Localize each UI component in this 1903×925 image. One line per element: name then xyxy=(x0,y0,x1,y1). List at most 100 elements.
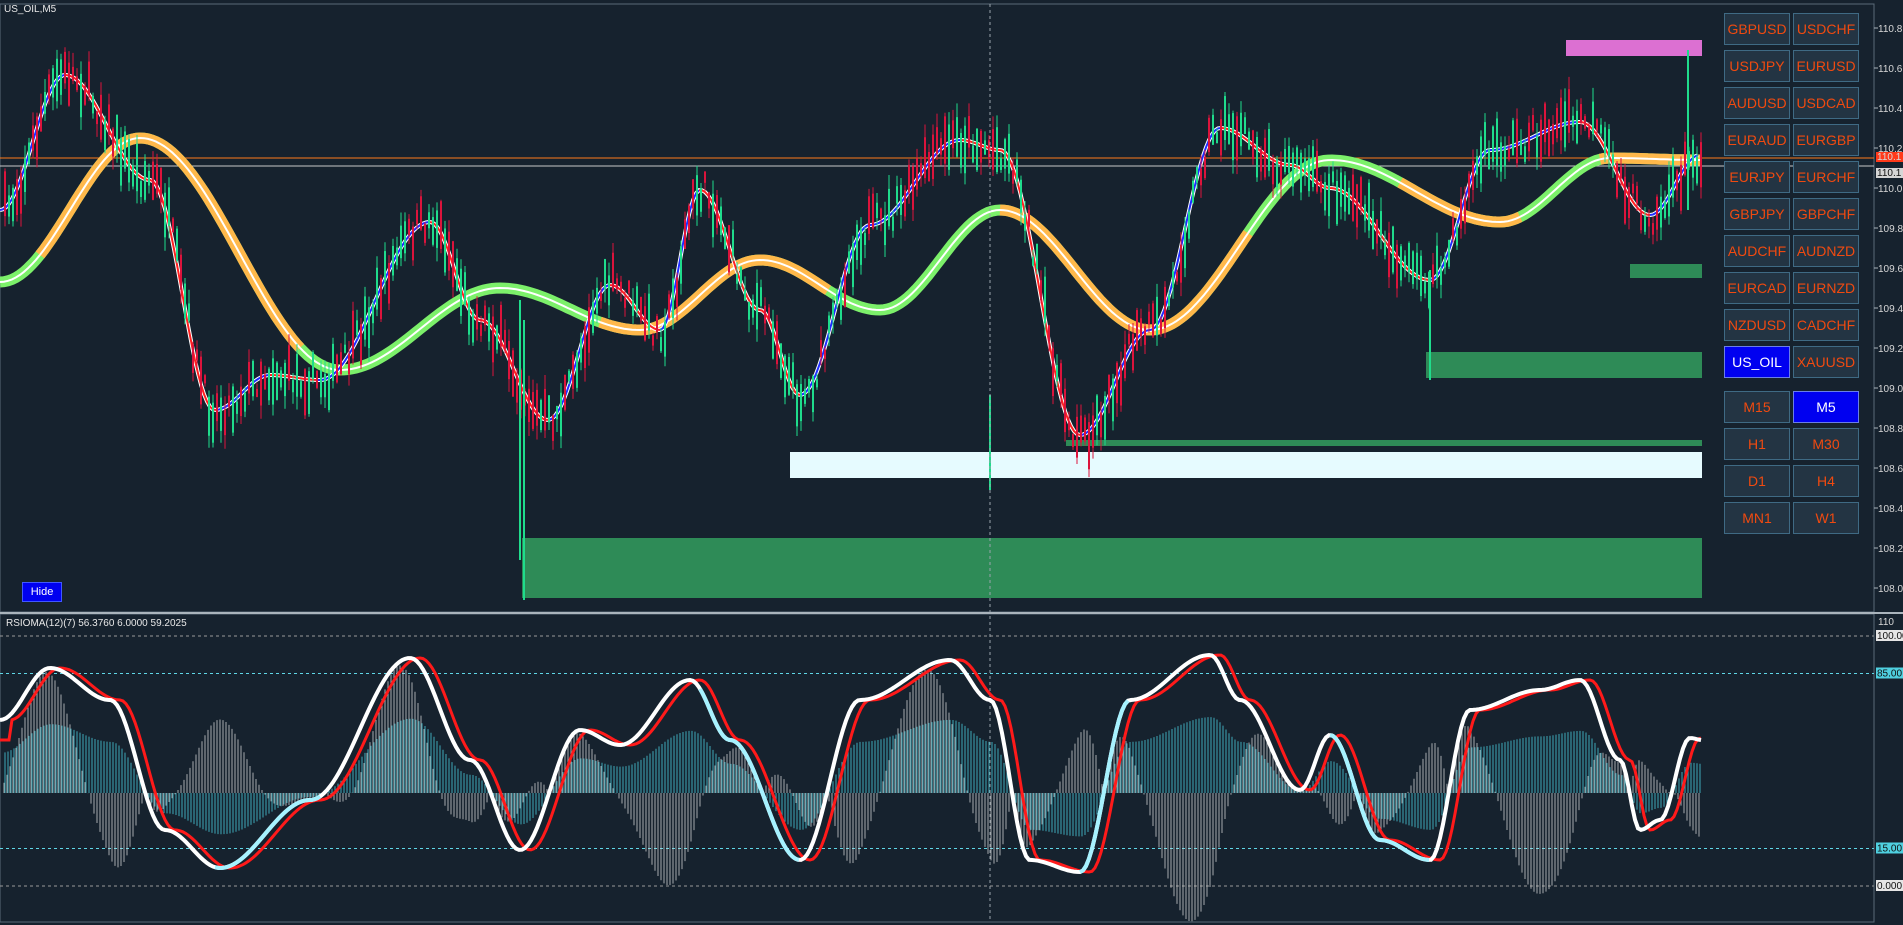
symbol-button-eurgbp[interactable]: EURGBP xyxy=(1793,124,1859,156)
candle-body xyxy=(88,61,90,95)
candle-body xyxy=(420,196,422,230)
candle-body xyxy=(912,166,914,210)
symbol-button-eurjpy[interactable]: EURJPY xyxy=(1724,161,1790,193)
candle-body xyxy=(560,392,562,437)
candle-body xyxy=(72,66,74,82)
symbol-button-audnzd[interactable]: AUDNZD xyxy=(1793,235,1859,267)
candle-body xyxy=(1440,268,1442,285)
candle-body xyxy=(1076,416,1078,458)
candle-body xyxy=(384,251,386,283)
chart-canvas[interactable]: 100.00 85.00 15.00 0.000 110 110.8 110.6 110.4… xyxy=(0,0,1903,925)
timeframe-button-h1[interactable]: H1 xyxy=(1724,428,1790,460)
candle-body xyxy=(496,325,498,350)
symbol-button-usdjpy[interactable]: USDJPY xyxy=(1724,50,1790,82)
candle-body xyxy=(1332,171,1334,183)
candle-body xyxy=(1344,175,1346,212)
candle-body xyxy=(76,76,78,91)
candle-body xyxy=(180,254,182,290)
candle-body xyxy=(1464,198,1466,224)
symbol-button-eurcad[interactable]: EURCAD xyxy=(1724,272,1790,304)
price-tick-label: 108.6 xyxy=(1878,464,1903,475)
candle-body xyxy=(1552,123,1554,145)
timeframe-button-w1[interactable]: W1 xyxy=(1793,502,1859,534)
candle-body xyxy=(276,362,278,400)
candle-body xyxy=(144,161,146,200)
candle-body xyxy=(1684,141,1686,176)
symbol-button-eurnzd[interactable]: EURNZD xyxy=(1793,272,1859,304)
candle-body xyxy=(8,195,10,217)
symbol-button-xauusd[interactable]: XAUUSD xyxy=(1793,346,1859,378)
candle-body xyxy=(596,287,598,314)
candle-body xyxy=(720,206,722,236)
candle-body xyxy=(796,384,798,427)
symbol-button-gbpjpy[interactable]: GBPJPY xyxy=(1724,198,1790,230)
candle-body xyxy=(660,337,662,352)
candle-body xyxy=(1516,118,1518,164)
candle-body xyxy=(208,396,210,436)
candle-body xyxy=(1256,136,1258,178)
rsi-level-label: 85.00 xyxy=(1877,669,1902,680)
hide-button[interactable]: Hide xyxy=(22,582,62,602)
candle-body xyxy=(708,192,710,209)
symbol-button-usdchf[interactable]: USDCHF xyxy=(1793,13,1859,45)
symbol-button-usdcad[interactable]: USDCAD xyxy=(1793,87,1859,119)
timeframe-button-d1[interactable]: D1 xyxy=(1724,465,1790,497)
candle-body xyxy=(884,215,886,246)
symbol-button-cadchf[interactable]: CADCHF xyxy=(1793,309,1859,341)
symbol-button-eurusd[interactable]: EURUSD xyxy=(1793,50,1859,82)
candle-body xyxy=(1488,149,1490,170)
candle-body xyxy=(1096,395,1098,436)
candle-body xyxy=(1000,157,1002,170)
candle-body xyxy=(840,286,842,320)
symbol-button-audusd[interactable]: AUDUSD xyxy=(1724,87,1790,119)
price-tick-label: 109.2 xyxy=(1878,344,1903,355)
symbol-button-audchf[interactable]: AUDCHF xyxy=(1724,235,1790,267)
candle-body xyxy=(1136,310,1138,351)
symbol-button-gbpchf[interactable]: GBPCHF xyxy=(1793,198,1859,230)
candle-body xyxy=(784,355,786,398)
candle-body xyxy=(1444,257,1446,268)
candle-body xyxy=(324,373,326,398)
candle-body xyxy=(1620,166,1622,179)
symbol-button-gbpusd[interactable]: GBPUSD xyxy=(1724,13,1790,45)
rsi-level-label: 0.000 xyxy=(1877,881,1902,892)
candle-body xyxy=(688,205,690,234)
candle-body xyxy=(1252,130,1254,160)
symbol-button-us_oil[interactable]: US_OIL xyxy=(1724,346,1790,378)
candle-body xyxy=(1592,101,1594,135)
symbol-button-euraud[interactable]: EURAUD xyxy=(1724,124,1790,156)
candle-body xyxy=(692,179,694,209)
candle-body xyxy=(1156,296,1158,336)
candle-body xyxy=(400,225,402,259)
candle-body xyxy=(120,137,122,186)
demand-zone-mid xyxy=(1426,352,1702,378)
timeframe-button-m5[interactable]: M5 xyxy=(1793,391,1859,423)
timeframe-button-mn1[interactable]: MN1 xyxy=(1724,502,1790,534)
rsioma-pane[interactable]: 100.00 85.00 15.00 0.000 110 xyxy=(0,613,1903,923)
candle-body xyxy=(736,274,738,284)
candle-body xyxy=(212,402,214,443)
candle-body xyxy=(908,164,910,193)
symbol-button-nzdusd[interactable]: NZDUSD xyxy=(1724,309,1790,341)
candle-body xyxy=(116,114,118,151)
timeframe-button-m30[interactable]: M30 xyxy=(1793,428,1859,460)
candle-body xyxy=(816,379,818,388)
timeframe-button-h4[interactable]: H4 xyxy=(1793,465,1859,497)
candle-body xyxy=(704,171,706,183)
candle-body xyxy=(152,161,154,200)
candle-body xyxy=(612,252,614,291)
candle-body xyxy=(1328,173,1330,217)
candle-body xyxy=(608,275,610,306)
candle-body xyxy=(1088,422,1090,470)
candle-body xyxy=(1016,159,1018,182)
candle-body xyxy=(1208,117,1210,153)
candle-body xyxy=(820,340,822,358)
candle-body xyxy=(948,124,950,170)
candle-body xyxy=(472,311,474,343)
candle-body xyxy=(44,91,46,114)
candle-body xyxy=(228,395,230,407)
candle-body xyxy=(1700,142,1702,188)
timeframe-button-m15[interactable]: M15 xyxy=(1724,391,1790,423)
symbol-button-eurchf[interactable]: EURCHF xyxy=(1793,161,1859,193)
candle-body xyxy=(1648,217,1650,227)
